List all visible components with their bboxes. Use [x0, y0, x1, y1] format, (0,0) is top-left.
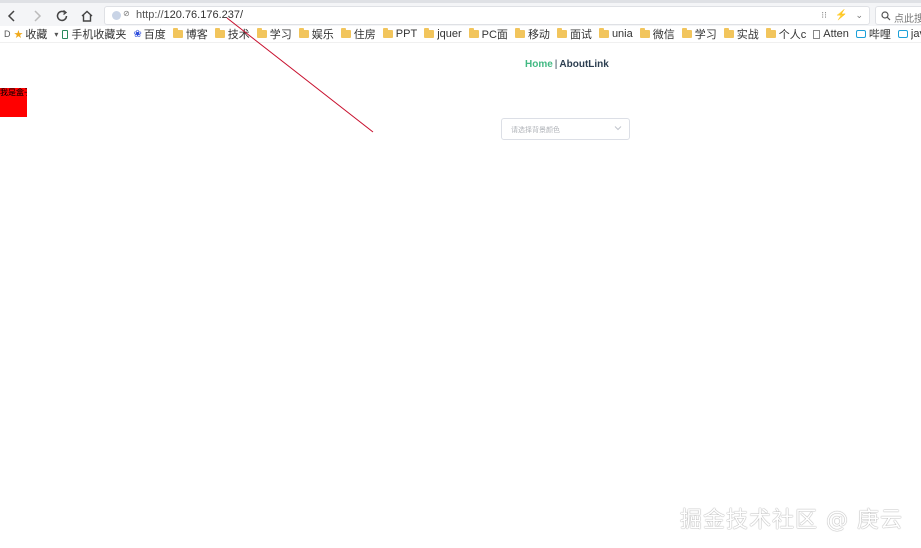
bookmark-folder[interactable]: 学习	[681, 26, 717, 42]
watermark: 掘金技术社区 @ 庚云	[680, 508, 903, 533]
bookmark-folder[interactable]: jquer	[424, 28, 462, 40]
nav-separator: |	[554, 59, 558, 70]
star-icon: ★	[13, 28, 24, 41]
bookmark-folder[interactable]: 娱乐	[298, 26, 334, 42]
url-host: 120.76.176.237/	[163, 9, 244, 21]
site-info-icon[interactable]	[112, 11, 121, 20]
background-color-select[interactable]: 请选择背景颜色	[501, 118, 630, 140]
bookmark-item[interactable]: 哔哩	[855, 26, 891, 42]
folder-icon	[468, 28, 479, 38]
folder-icon	[514, 28, 525, 38]
bookmarks-bar: D ★ 收藏 ▾ 手机收藏夹 ❀ 百度 博客 技术 学习 娱乐 住房 PPT jqu…	[0, 26, 921, 43]
url-protocol: http://	[136, 9, 164, 21]
address-bar-actions: ⁝⁝ ⚡ ⌄	[821, 9, 863, 22]
folder-icon	[556, 28, 567, 38]
bookmark-item[interactable]: Atten	[813, 28, 849, 40]
dropdown-arrow-icon[interactable]: ▾	[54, 30, 58, 39]
chevron-down-icon	[614, 126, 622, 131]
bookmark-folder[interactable]: 实战	[723, 26, 759, 42]
back-button[interactable]	[2, 6, 22, 26]
folder-icon	[214, 28, 225, 38]
bookmark-folder[interactable]: PPT	[382, 28, 417, 40]
browser-search-box[interactable]: 点此搜	[875, 6, 921, 25]
folder-icon	[298, 28, 309, 38]
baidu-icon: ❀	[133, 28, 142, 40]
reload-icon	[56, 9, 68, 22]
bilibili-icon	[897, 30, 908, 38]
bookmark-folder[interactable]: 面试	[556, 26, 592, 42]
browser-toolbar: ⊘ http://120.76.176.237/ ⁝⁝ ⚡ ⌄ 点此搜	[0, 0, 921, 26]
folder-icon	[172, 28, 183, 38]
search-icon	[881, 11, 891, 21]
bookmark-item[interactable]: ❀ 百度	[133, 26, 165, 42]
grid-icon[interactable]: ⁝⁝	[821, 10, 827, 21]
page-icon	[813, 29, 821, 39]
home-icon	[81, 10, 93, 22]
folder-icon	[256, 28, 267, 38]
red-box: 我是盒子	[0, 88, 27, 117]
folder-icon	[340, 28, 351, 38]
folder-icon	[765, 28, 776, 38]
bookmark-folder[interactable]: unia	[598, 28, 633, 40]
phone-icon	[62, 29, 69, 39]
bookmark-item[interactable]: 手机收藏夹	[62, 26, 126, 42]
select-placeholder: 请选择背景颜色	[511, 127, 560, 134]
home-button[interactable]	[77, 6, 97, 26]
site-badge-icon: ⊘	[123, 9, 130, 18]
bilibili-icon	[855, 30, 866, 38]
bookmark-folder[interactable]: 移动	[514, 26, 550, 42]
folder-icon	[424, 28, 435, 38]
nav-link-about[interactable]: AboutLink	[559, 59, 608, 70]
nav-link-home[interactable]: Home	[525, 59, 553, 70]
bookmark-folder[interactable]: PC面	[468, 26, 508, 42]
search-placeholder: 点此搜	[894, 14, 921, 25]
folder-icon	[382, 28, 393, 38]
back-arrow-icon	[7, 10, 15, 22]
bookmark-item[interactable]: ★ 收藏	[14, 26, 48, 42]
bookmarks-toggle[interactable]: D	[4, 29, 11, 39]
address-bar[interactable]: ⊘ http://120.76.176.237/ ⁝⁝ ⚡ ⌄	[104, 6, 870, 25]
forward-arrow-icon	[34, 10, 42, 22]
bookmark-folder[interactable]: 技术	[214, 26, 250, 42]
annotation-line	[226, 17, 374, 133]
chevron-down-icon[interactable]: ⌄	[855, 10, 863, 21]
folder-icon	[598, 28, 609, 38]
folder-icon	[723, 28, 734, 38]
url-text[interactable]: http://120.76.176.237/	[136, 9, 243, 21]
forward-button[interactable]	[27, 6, 47, 26]
lightning-icon[interactable]: ⚡	[835, 10, 847, 21]
bookmark-folder[interactable]: 微信	[639, 26, 675, 42]
bookmark-folder[interactable]: 个人c	[765, 26, 806, 42]
bookmark-folder[interactable]: 博客	[172, 26, 208, 42]
folder-icon	[639, 28, 650, 38]
reload-button[interactable]	[52, 6, 72, 26]
bookmark-item[interactable]: java	[897, 28, 921, 40]
router-nav: Home | AboutLink	[525, 59, 609, 70]
folder-icon	[681, 28, 692, 38]
bookmark-folder[interactable]: 住房	[340, 26, 376, 42]
bookmark-folder[interactable]: 学习	[256, 26, 292, 42]
